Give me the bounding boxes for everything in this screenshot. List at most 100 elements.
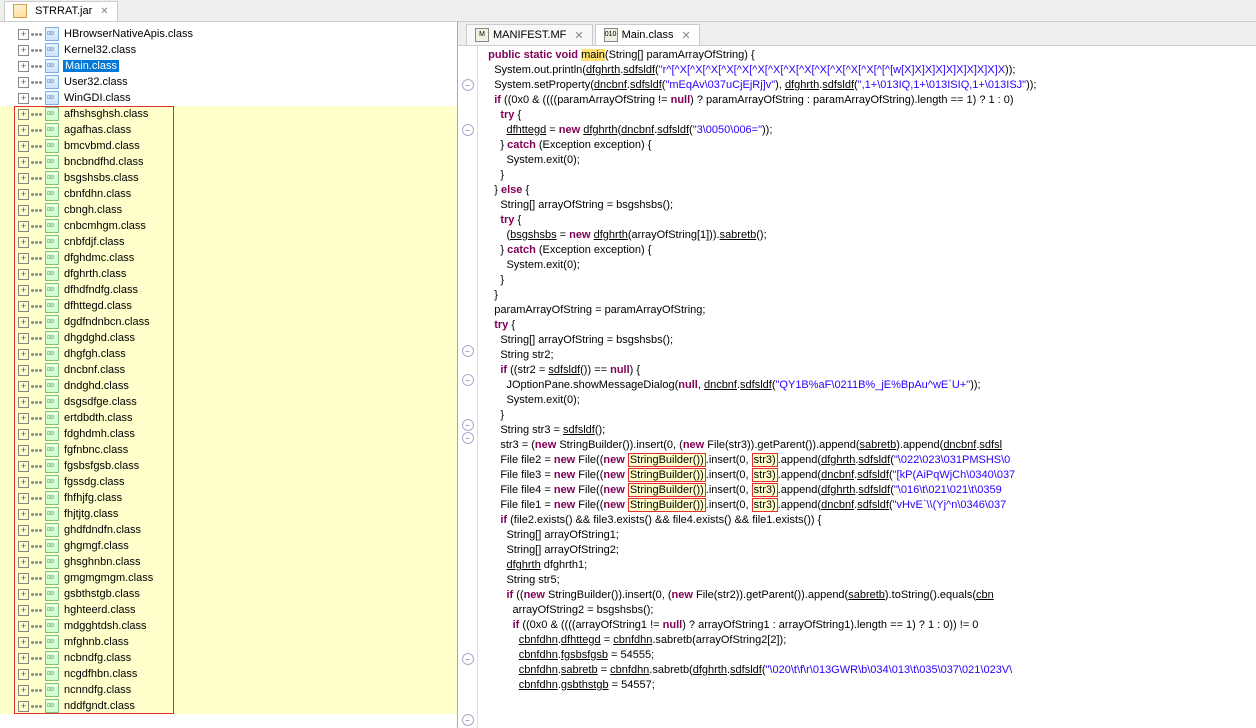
tree-item[interactable]: +dncbnf.class <box>0 362 457 378</box>
expand-icon[interactable]: + <box>18 349 29 360</box>
tree-item[interactable]: +Kernel32.class <box>0 42 457 58</box>
package-explorer[interactable]: +HBrowserNativeApis.class+Kernel32.class… <box>0 22 458 728</box>
expand-icon[interactable]: + <box>18 29 29 40</box>
tree-item[interactable]: +dndghd.class <box>0 378 457 394</box>
expand-icon[interactable]: + <box>18 141 29 152</box>
tree-item[interactable]: +ncnndfg.class <box>0 682 457 698</box>
close-icon[interactable]: ✕ <box>682 29 691 42</box>
expand-icon[interactable]: + <box>18 397 29 408</box>
source-code[interactable]: public static void main(String[] paramAr… <box>478 46 1256 728</box>
tree-item[interactable]: +dgdfndnbcn.class <box>0 314 457 330</box>
tree-item[interactable]: +dsgsdfge.class <box>0 394 457 410</box>
expand-icon[interactable]: + <box>18 653 29 664</box>
fold-toggle[interactable]: − <box>462 124 474 136</box>
expand-icon[interactable]: + <box>18 429 29 440</box>
expand-icon[interactable]: + <box>18 253 29 264</box>
expand-icon[interactable]: + <box>18 333 29 344</box>
tree-item[interactable]: +dhgfgh.class <box>0 346 457 362</box>
tree-item[interactable]: +nddfgndt.class <box>0 698 457 714</box>
expand-icon[interactable]: + <box>18 205 29 216</box>
expand-icon[interactable]: + <box>18 477 29 488</box>
tree-item[interactable]: +cbngh.class <box>0 202 457 218</box>
expand-icon[interactable]: + <box>18 461 29 472</box>
tree-item[interactable]: +cnbcmhgm.class <box>0 218 457 234</box>
tree-item[interactable]: +HBrowserNativeApis.class <box>0 26 457 42</box>
fold-toggle[interactable]: − <box>462 432 474 444</box>
expand-icon[interactable]: + <box>18 93 29 104</box>
expand-icon[interactable]: + <box>18 605 29 616</box>
tree-item[interactable]: +fgsbsfgsb.class <box>0 458 457 474</box>
expand-icon[interactable]: + <box>18 189 29 200</box>
tree-item[interactable]: +User32.class <box>0 74 457 90</box>
fold-toggle[interactable]: − <box>462 714 474 726</box>
expand-icon[interactable]: + <box>18 77 29 88</box>
tree-item[interactable]: +bsgshsbs.class <box>0 170 457 186</box>
expand-icon[interactable]: + <box>18 557 29 568</box>
tree-item[interactable]: +agafhas.class <box>0 122 457 138</box>
expand-icon[interactable]: + <box>18 509 29 520</box>
expand-icon[interactable]: + <box>18 157 29 168</box>
close-icon[interactable]: ✕ <box>100 6 108 17</box>
tree-item[interactable]: +ghdfdndfn.class <box>0 522 457 538</box>
expand-icon[interactable]: + <box>18 61 29 72</box>
tree-item[interactable]: +WinGDI.class <box>0 90 457 106</box>
tree-item[interactable]: +mdgghtdsh.class <box>0 618 457 634</box>
fold-toggle[interactable]: − <box>462 345 474 357</box>
tree-item[interactable]: +dfhttegd.class <box>0 298 457 314</box>
expand-icon[interactable]: + <box>18 573 29 584</box>
tree-item[interactable]: +dfghdmc.class <box>0 250 457 266</box>
expand-icon[interactable]: + <box>18 237 29 248</box>
tree-item[interactable]: +gsbthstgb.class <box>0 586 457 602</box>
expand-icon[interactable]: + <box>18 701 29 712</box>
expand-icon[interactable]: + <box>18 269 29 280</box>
fold-toggle[interactable]: − <box>462 374 474 386</box>
tree-item[interactable]: +ncbndfg.class <box>0 650 457 666</box>
expand-icon[interactable]: + <box>18 413 29 424</box>
expand-icon[interactable]: + <box>18 45 29 56</box>
expand-icon[interactable]: + <box>18 685 29 696</box>
tree-item[interactable]: +dhgdghd.class <box>0 330 457 346</box>
expand-icon[interactable]: + <box>18 317 29 328</box>
editor-tab[interactable]: MMANIFEST.MF✕ <box>466 24 593 45</box>
expand-icon[interactable]: + <box>18 637 29 648</box>
tree-item[interactable]: +ghgmgf.class <box>0 538 457 554</box>
tree-item[interactable]: +cbnfdhn.class <box>0 186 457 202</box>
jar-tab[interactable]: STRRAT.jar ✕ <box>4 1 118 21</box>
expand-icon[interactable]: + <box>18 621 29 632</box>
fold-toggle[interactable]: − <box>462 653 474 665</box>
tree-item[interactable]: +cnbfdjf.class <box>0 234 457 250</box>
expand-icon[interactable]: + <box>18 301 29 312</box>
editor-tab[interactable]: 010Main.class✕ <box>595 24 700 45</box>
close-icon[interactable]: ✕ <box>574 29 583 42</box>
tree-item[interactable]: +fgfnbnc.class <box>0 442 457 458</box>
tree-item[interactable]: +Main.class <box>0 58 457 74</box>
expand-icon[interactable]: + <box>18 221 29 232</box>
expand-icon[interactable]: + <box>18 541 29 552</box>
tree-item[interactable]: +fgssdg.class <box>0 474 457 490</box>
tree-item[interactable]: +ertdbdth.class <box>0 410 457 426</box>
expand-icon[interactable]: + <box>18 493 29 504</box>
tree-item[interactable]: +ghsghnbn.class <box>0 554 457 570</box>
tree-item[interactable]: +fhfhjfg.class <box>0 490 457 506</box>
expand-icon[interactable]: + <box>18 365 29 376</box>
fold-toggle[interactable]: − <box>462 419 474 431</box>
expand-icon[interactable]: + <box>18 285 29 296</box>
expand-icon[interactable]: + <box>18 669 29 680</box>
fold-gutter[interactable]: −−−−−−−− <box>458 46 478 728</box>
tree-item[interactable]: +dfhdfndfg.class <box>0 282 457 298</box>
tree-item[interactable]: +hghteerd.class <box>0 602 457 618</box>
tree-item[interactable]: +gmgmgmgm.class <box>0 570 457 586</box>
tree-item[interactable]: +ncgdfhbn.class <box>0 666 457 682</box>
tree-item[interactable]: +fhjtjtg.class <box>0 506 457 522</box>
expand-icon[interactable]: + <box>18 525 29 536</box>
tree-item[interactable]: +bmcvbmd.class <box>0 138 457 154</box>
expand-icon[interactable]: + <box>18 445 29 456</box>
tree-item[interactable]: +fdghdmh.class <box>0 426 457 442</box>
fold-toggle[interactable]: − <box>462 79 474 91</box>
expand-icon[interactable]: + <box>18 173 29 184</box>
expand-icon[interactable]: + <box>18 589 29 600</box>
code-area[interactable]: −−−−−−−− public static void main(String[… <box>458 46 1256 728</box>
tree-item[interactable]: +mfghnb.class <box>0 634 457 650</box>
tree-item[interactable]: +dfghrth.class <box>0 266 457 282</box>
tree-item[interactable]: +bncbndfhd.class <box>0 154 457 170</box>
